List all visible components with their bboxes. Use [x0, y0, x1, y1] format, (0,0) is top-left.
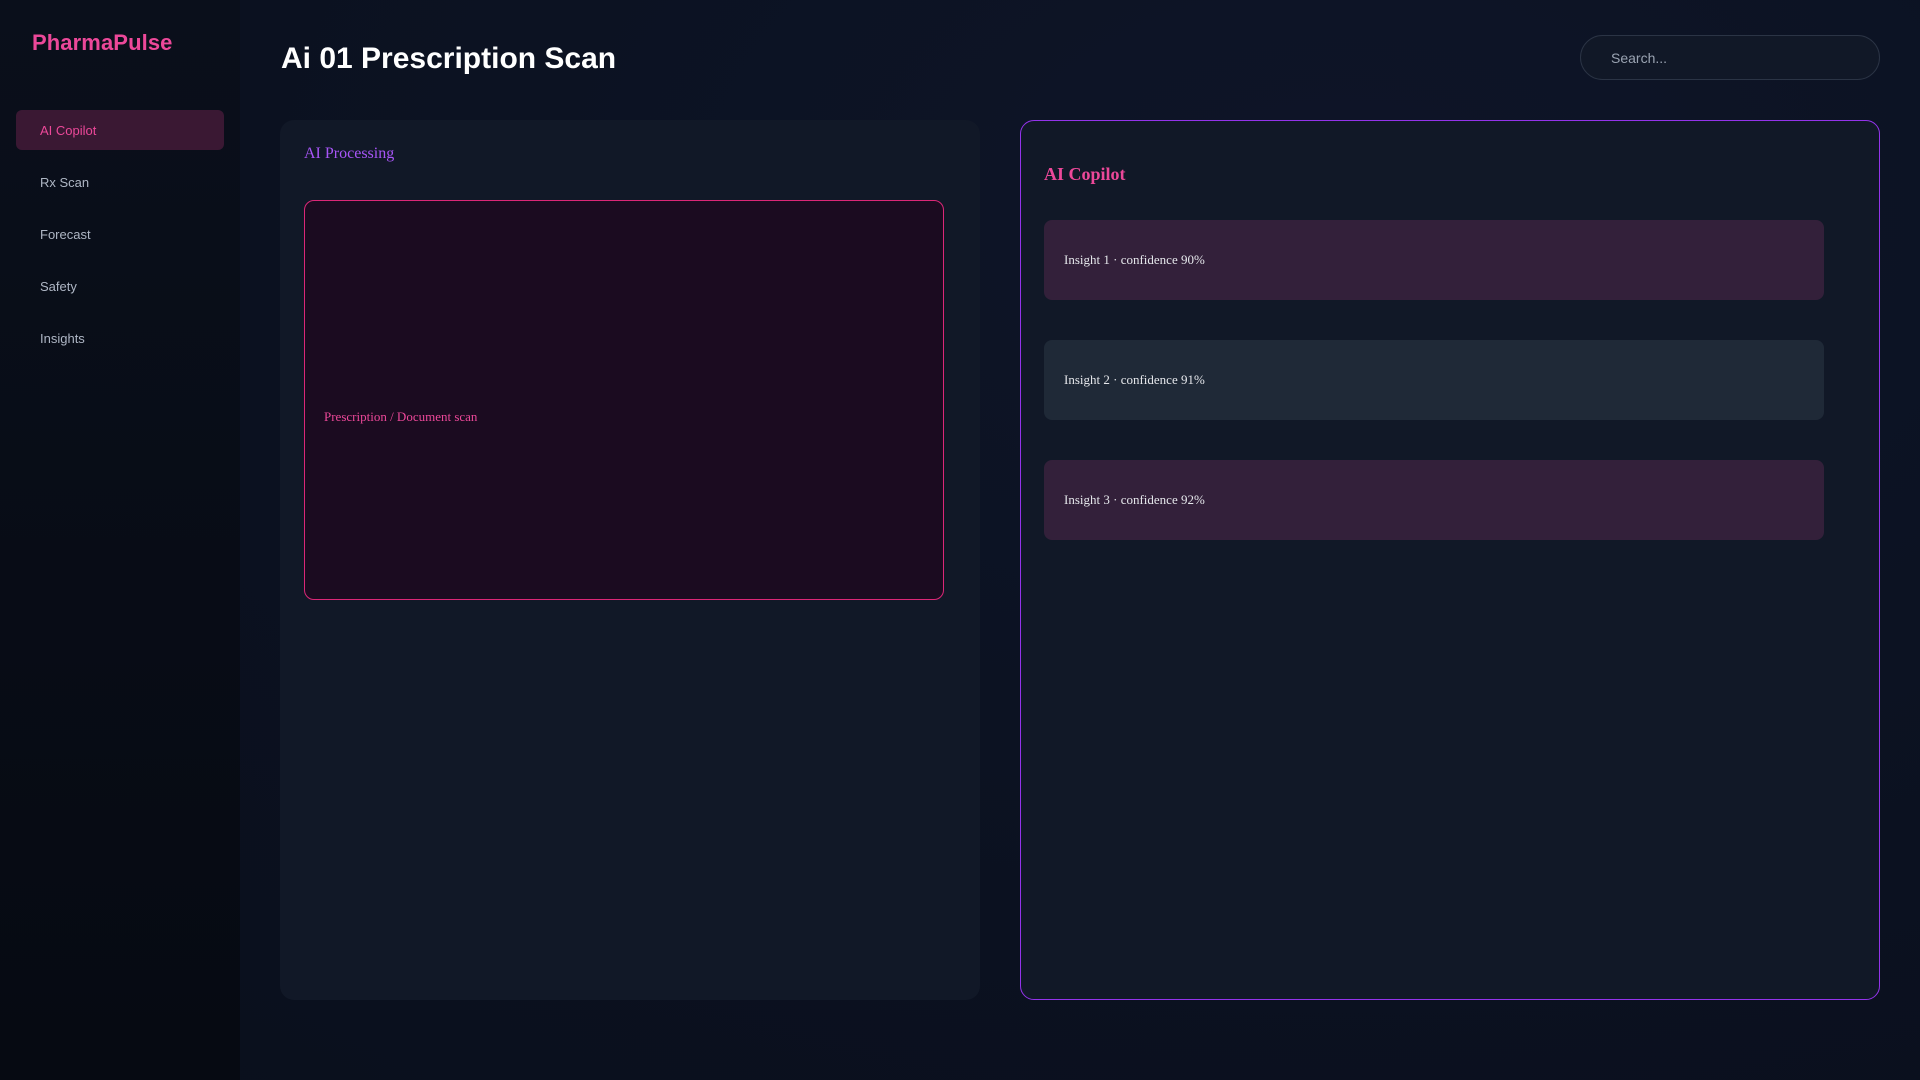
sidebar-item-safety[interactable]: Safety — [16, 266, 224, 306]
insight-card-1[interactable]: Insight 1 · confidence 90% — [1044, 220, 1824, 300]
ai-processing-title: AI Processing — [304, 145, 395, 162]
sidebar-item-forecast[interactable]: Forecast — [16, 214, 224, 254]
brand-logo[interactable]: PharmaPulse — [32, 30, 173, 56]
insight-card-2[interactable]: Insight 2 · confidence 91% — [1044, 340, 1824, 420]
search-box[interactable] — [1580, 35, 1880, 80]
search-input[interactable] — [1609, 48, 1863, 67]
sidebar-item-rx-scan[interactable]: Rx Scan — [16, 162, 224, 202]
insight-card-3[interactable]: Insight 3 · confidence 92% — [1044, 460, 1824, 540]
ai-copilot-panel: AI Copilot Insight 1 · confidence 90% In… — [1020, 120, 1880, 1000]
sidebar-item-ai-copilot[interactable]: AI Copilot — [16, 110, 224, 150]
page-title: Ai 01 Prescription Scan — [281, 42, 617, 75]
document-scan-area[interactable]: Prescription / Document scan — [304, 200, 944, 600]
ai-processing-panel: AI Processing Prescription / Document sc… — [280, 120, 980, 1000]
sidebar-item-insights[interactable]: Insights — [16, 318, 224, 358]
scan-placeholder-label: Prescription / Document scan — [324, 409, 478, 424]
ai-copilot-title: AI Copilot — [1044, 164, 1126, 184]
app-window: PharmaPulse AI Copilot Rx Scan Forecast … — [0, 0, 1920, 1080]
sidebar: PharmaPulse AI Copilot Rx Scan Forecast … — [0, 0, 240, 1080]
sidebar-nav: AI Copilot Rx Scan Forecast Safety Insig… — [16, 110, 224, 370]
